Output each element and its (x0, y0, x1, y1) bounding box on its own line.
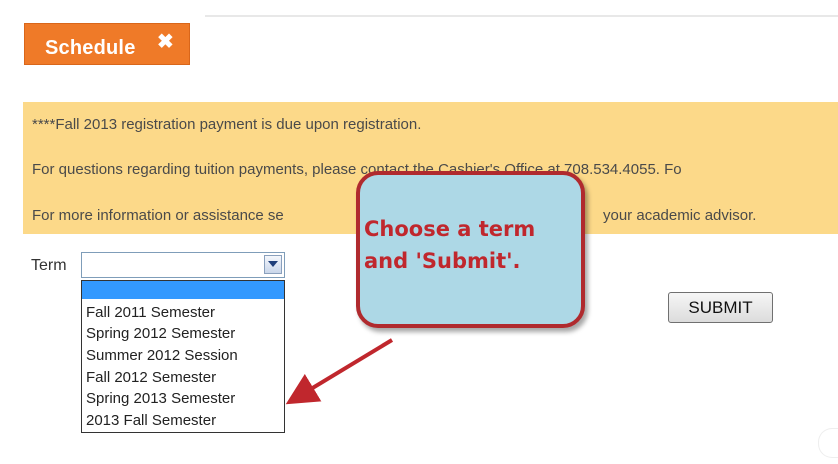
callout-line-1: Choose a term (364, 217, 536, 241)
callout-line-2: and 'Submit'. (364, 249, 521, 273)
corner-decoration (818, 428, 838, 458)
instruction-callout: Choose a term and 'Submit'. (356, 171, 585, 328)
callout-text: Choose a term and 'Submit'. (364, 213, 574, 277)
